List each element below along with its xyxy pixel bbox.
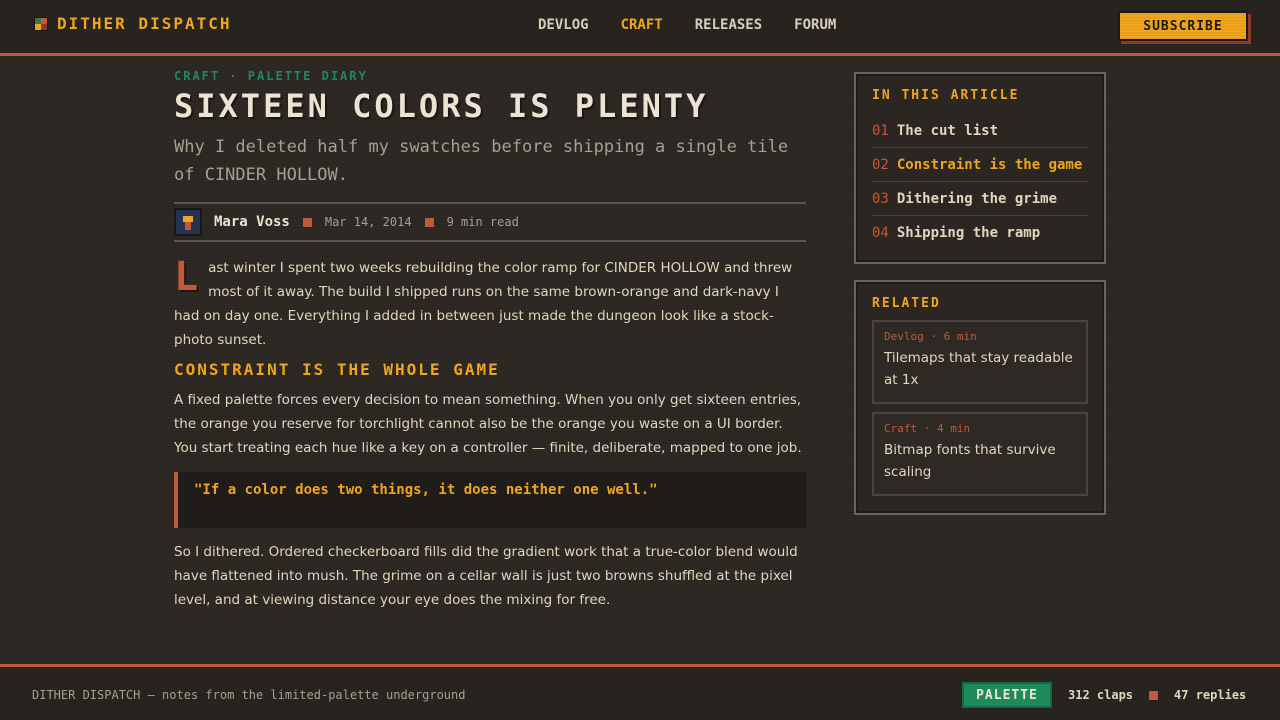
author-name[interactable]: Mara Voss [214,214,290,230]
related-card-title: Tilemaps that stay readable at 1x [884,350,1073,388]
article-subtitle: Why I deleted half my swatches before sh… [174,137,789,185]
paragraph-intro-text: ast winter I spent two weeks rebuilding … [174,260,793,348]
related-card-title: Bitmap fonts that survive scaling [884,442,1056,480]
toc-item-shipping[interactable]: 04 Shipping the ramp [872,216,1088,250]
separator-icon [1149,690,1159,700]
article: CRAFT · PALETTE DIARY SIXTEEN COLORS IS … [174,66,806,664]
publish-date: Mar 14, 2014 [324,215,412,229]
paragraph-constraint: A fixed palette forces every decision to… [174,392,802,456]
related-meta: Craft · 4 min [884,422,971,435]
top-bar: DITHER DISPATCH DEVLOG CRAFT RELEASES FO… [0,0,1280,56]
paragraph-dither: So I dithered. Ordered checkerboard fill… [174,544,798,608]
separator-icon [424,217,434,227]
claps-count[interactable]: 312 claps [1068,688,1133,702]
brand-logo[interactable]: DITHER DISPATCH [34,14,232,33]
article-kicker[interactable]: CRAFT · PALETTE DIARY [174,69,806,83]
section-heading: CONSTRAINT IS THE WHOLE GAME [174,360,500,379]
main-nav: DEVLOG CRAFT RELEASES FORUM [538,17,868,33]
subscribe-button[interactable]: SUBSCRIBE [1118,11,1248,41]
toc-list: 01 The cut list 02 Constraint is the gam… [872,114,1088,250]
toc-item-cut-list[interactable]: 01 The cut list [872,114,1088,148]
nav-devlog[interactable]: DEVLOG [538,17,589,33]
related-card-bitmap-fonts[interactable]: Craft · 4 min Bitmap fonts that survive … [872,412,1088,496]
palette-button[interactable]: PALETTE [962,682,1052,708]
related-panel: RELATED Devlog · 6 min Tilemaps that sta… [854,280,1106,515]
related-card-tilemaps[interactable]: Devlog · 6 min Tilemaps that stay readab… [872,320,1088,404]
engagement-stats: 312 claps 47 replies [1068,688,1246,702]
article-title: SIXTEEN COLORS IS PLENTY [174,87,709,125]
toc-item-constraint[interactable]: 02 Constraint is the game [872,148,1088,182]
brand-name: DITHER DISPATCH [57,14,232,33]
toc-panel: IN THIS ARTICLE 01 The cut list 02 Const… [854,72,1106,264]
author-avatar[interactable] [174,208,202,236]
palette-logo-icon [34,16,48,31]
toc-title: IN THIS ARTICLE [872,88,1020,103]
nav-craft[interactable]: CRAFT [621,17,663,33]
footer-bar: DITHER DISPATCH — notes from the limited… [0,664,1280,720]
pull-quote: "If a color does two things, it does nei… [174,472,806,528]
replies-count[interactable]: 47 replies [1174,688,1246,702]
related-meta: Devlog · 6 min [884,330,977,343]
separator-icon [302,217,312,227]
byline: Mara Voss Mar 14, 2014 9 min read [174,202,806,242]
drop-cap: L [174,254,199,300]
nav-forum[interactable]: FORUM [794,17,836,33]
paragraph-intro: Last winter I spent two weeks rebuilding… [174,256,806,352]
footer-tagline: DITHER DISPATCH — notes from the limited… [32,688,466,702]
related-title: RELATED [872,296,941,311]
read-time: 9 min read [446,215,519,229]
toc-item-dithering[interactable]: 03 Dithering the grime [872,182,1088,216]
nav-releases[interactable]: RELEASES [695,17,762,33]
